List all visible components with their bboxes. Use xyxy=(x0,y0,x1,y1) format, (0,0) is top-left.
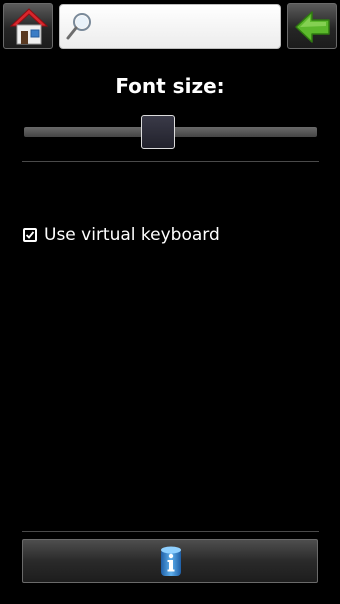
virtual-keyboard-label: Use virtual keyboard xyxy=(44,225,220,245)
back-arrow-icon xyxy=(295,11,330,43)
section-divider xyxy=(22,161,319,162)
font-size-slider[interactable] xyxy=(24,115,317,149)
home-icon xyxy=(9,8,49,45)
home-button[interactable] xyxy=(3,3,53,49)
font-size-label: Font size: xyxy=(115,74,225,98)
info-icon[interactable] xyxy=(158,545,184,579)
checkmark-icon xyxy=(25,231,35,239)
search-field[interactable] xyxy=(59,4,281,49)
virtual-keyboard-option[interactable]: Use virtual keyboard xyxy=(23,224,220,246)
toolbar-divider xyxy=(22,531,319,532)
back-button[interactable] xyxy=(287,3,337,49)
virtual-keyboard-checkbox[interactable] xyxy=(23,228,37,242)
search-input[interactable] xyxy=(96,11,274,41)
top-bar xyxy=(0,0,340,54)
bottom-toolbar xyxy=(22,539,318,583)
slider-thumb[interactable] xyxy=(141,115,175,149)
magnifier-icon xyxy=(66,13,91,40)
